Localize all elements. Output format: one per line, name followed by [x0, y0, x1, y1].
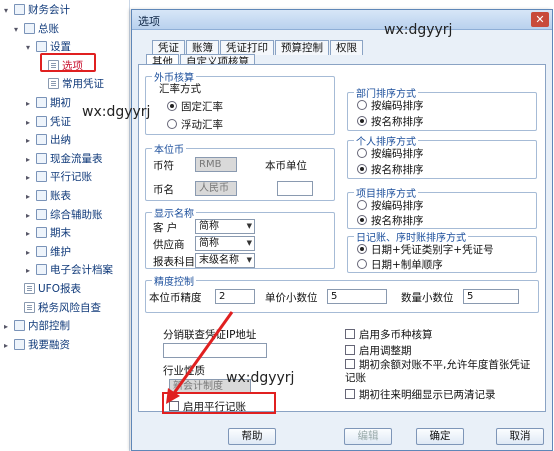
- watermark-middle: wx:dgyyrj: [82, 104, 151, 120]
- watermark-top: wx:dgyyrj: [384, 22, 453, 38]
- watermark-bottom: wx:dgyyrj: [226, 370, 295, 386]
